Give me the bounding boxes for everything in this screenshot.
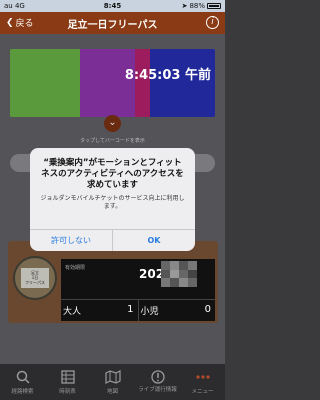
deny-button[interactable]: 許可しない [30, 230, 112, 251]
page-title: 足立一日フリーパス [67, 20, 158, 31]
fare-child-count: 0 [204, 304, 211, 315]
tab-label: 経路検索 [11, 389, 34, 395]
info-icon[interactable]: i [206, 16, 219, 29]
pass-card: 足立 1日 フリーパス 有効期限 202 大人 1 小児 0 [8, 241, 218, 323]
chevron-down-icon[interactable]: ⌄ [104, 115, 121, 132]
dialog-buttons: 許可しない OK [30, 229, 195, 251]
tab-bar: 経路検索 時刻表 地図 ライブ運行情報 メニュー [0, 364, 225, 400]
tap-hint: タップしてバーコードを表示 [80, 138, 145, 144]
route-search-icon [16, 370, 30, 384]
color-segment-green [10, 49, 80, 117]
tab-live-info[interactable]: ライブ運行情報 [135, 364, 180, 400]
fare-child: 小児 0 [139, 300, 216, 321]
navigation-bar: ❮ 戻る 足立一日フリーパス i [0, 12, 225, 34]
ticket-color-band[interactable] [10, 49, 215, 117]
tab-menu[interactable]: メニュー [180, 364, 225, 400]
tab-label: 時刻表 [59, 389, 76, 395]
tab-label: ライブ運行情報 [138, 387, 177, 393]
tab-label: 地図 [106, 389, 118, 395]
ok-button[interactable]: OK [112, 230, 195, 251]
pass-logo-inner: 足立 1日 フリーパス [21, 268, 49, 288]
fare-adult: 大人 1 [61, 300, 139, 321]
fare-row: 大人 1 小児 0 [61, 299, 215, 321]
pass-logo: 足立 1日 フリーパス [13, 256, 57, 300]
status-bar: au 4G 8:45 ➤ 88% [0, 0, 225, 12]
color-segment-purple [80, 49, 135, 117]
tab-map[interactable]: 地図 [90, 364, 135, 400]
tab-label: メニュー [191, 389, 214, 395]
fare-adult-count: 1 [127, 304, 134, 315]
color-segment-blue [150, 49, 215, 117]
validity-label: 有効期限 [65, 265, 86, 271]
status-right: ➤ 88% [182, 2, 221, 10]
timetable-icon [60, 370, 75, 384]
dialog-message: ジョルダンモバイルチケットのサービス向上に利用します。 [40, 195, 185, 210]
live-info-icon [150, 370, 165, 384]
battery-percent: 88% [189, 2, 205, 10]
menu-icon [195, 375, 210, 379]
location-icon: ➤ [181, 2, 188, 10]
tab-timetable[interactable]: 時刻表 [45, 364, 90, 400]
battery-icon [207, 3, 221, 9]
tab-route-search[interactable]: 経路検索 [0, 364, 45, 400]
color-segment-magenta [135, 49, 150, 117]
logo-text-3: フリーパス [25, 280, 45, 285]
permission-dialog: “乗換案内”がモーションとフィットネスのアクティビティへのアクセスを求めています… [30, 148, 195, 251]
dialog-title: “乗換案内”がモーションとフィットネスのアクティビティへのアクセスを求めています [41, 158, 184, 190]
fare-child-label: 小児 [140, 307, 159, 317]
redacted-mosaic [161, 261, 197, 287]
map-icon [104, 370, 121, 384]
ticket-clock: 8:45:03 午前 [124, 68, 211, 83]
pass-info-panel: 有効期限 202 大人 1 小児 0 [61, 259, 215, 321]
fare-adult-label: 大人 [63, 307, 82, 317]
